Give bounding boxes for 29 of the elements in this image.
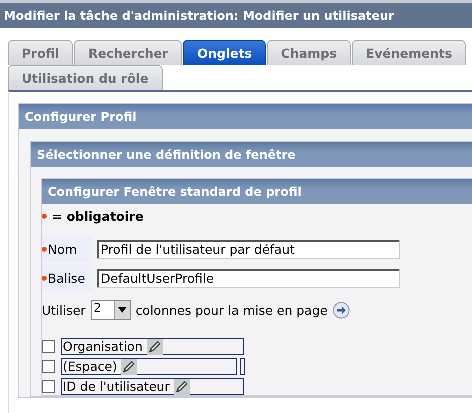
columns-label: Utiliser xyxy=(42,302,86,318)
field-item[interactable]: ID de l'utilisateur xyxy=(61,378,244,395)
section-title: Sélectionner une définition de fenêtre xyxy=(37,148,296,162)
tab[interactable]: Profil xyxy=(8,40,74,65)
field-item[interactable]: Organisation xyxy=(61,338,244,355)
field-label: Balise xyxy=(48,270,86,286)
field-label: Nom xyxy=(48,242,78,256)
required-dot-icon xyxy=(42,214,47,219)
legend-text: = obligatoire xyxy=(52,209,144,224)
field-item[interactable]: (Espace) xyxy=(61,358,237,375)
checkbox[interactable] xyxy=(42,340,55,353)
section-title: Configurer Fenêtre standard de profil xyxy=(48,184,302,198)
section-title: Configurer Profil xyxy=(25,110,137,124)
checkbox[interactable] xyxy=(42,380,55,393)
input-field[interactable]: DefaultUserProfile xyxy=(97,268,400,288)
columns-dropdown[interactable]: 2 xyxy=(90,300,131,320)
checkbox[interactable] xyxy=(42,360,55,373)
tab[interactable]: Utilisation du rôle xyxy=(8,65,163,90)
tab[interactable]: Champs xyxy=(267,40,352,65)
tab[interactable]: Rechercher xyxy=(74,40,182,65)
pencil-icon[interactable] xyxy=(146,338,163,354)
dropdown-caret-icon xyxy=(118,307,127,313)
pencil-icon[interactable] xyxy=(121,358,138,374)
pencil-icon[interactable] xyxy=(174,378,190,394)
tab[interactable]: Onglets xyxy=(183,40,266,65)
input-field[interactable]: Profil de l'utilisateur par défaut xyxy=(97,240,400,258)
window-title: Modifier la tâche d'administration: Modifier un utilisateur xyxy=(4,8,394,22)
columns-label: colonnes pour la mise en page xyxy=(136,302,328,318)
tab[interactable]: Evénements xyxy=(352,40,466,65)
